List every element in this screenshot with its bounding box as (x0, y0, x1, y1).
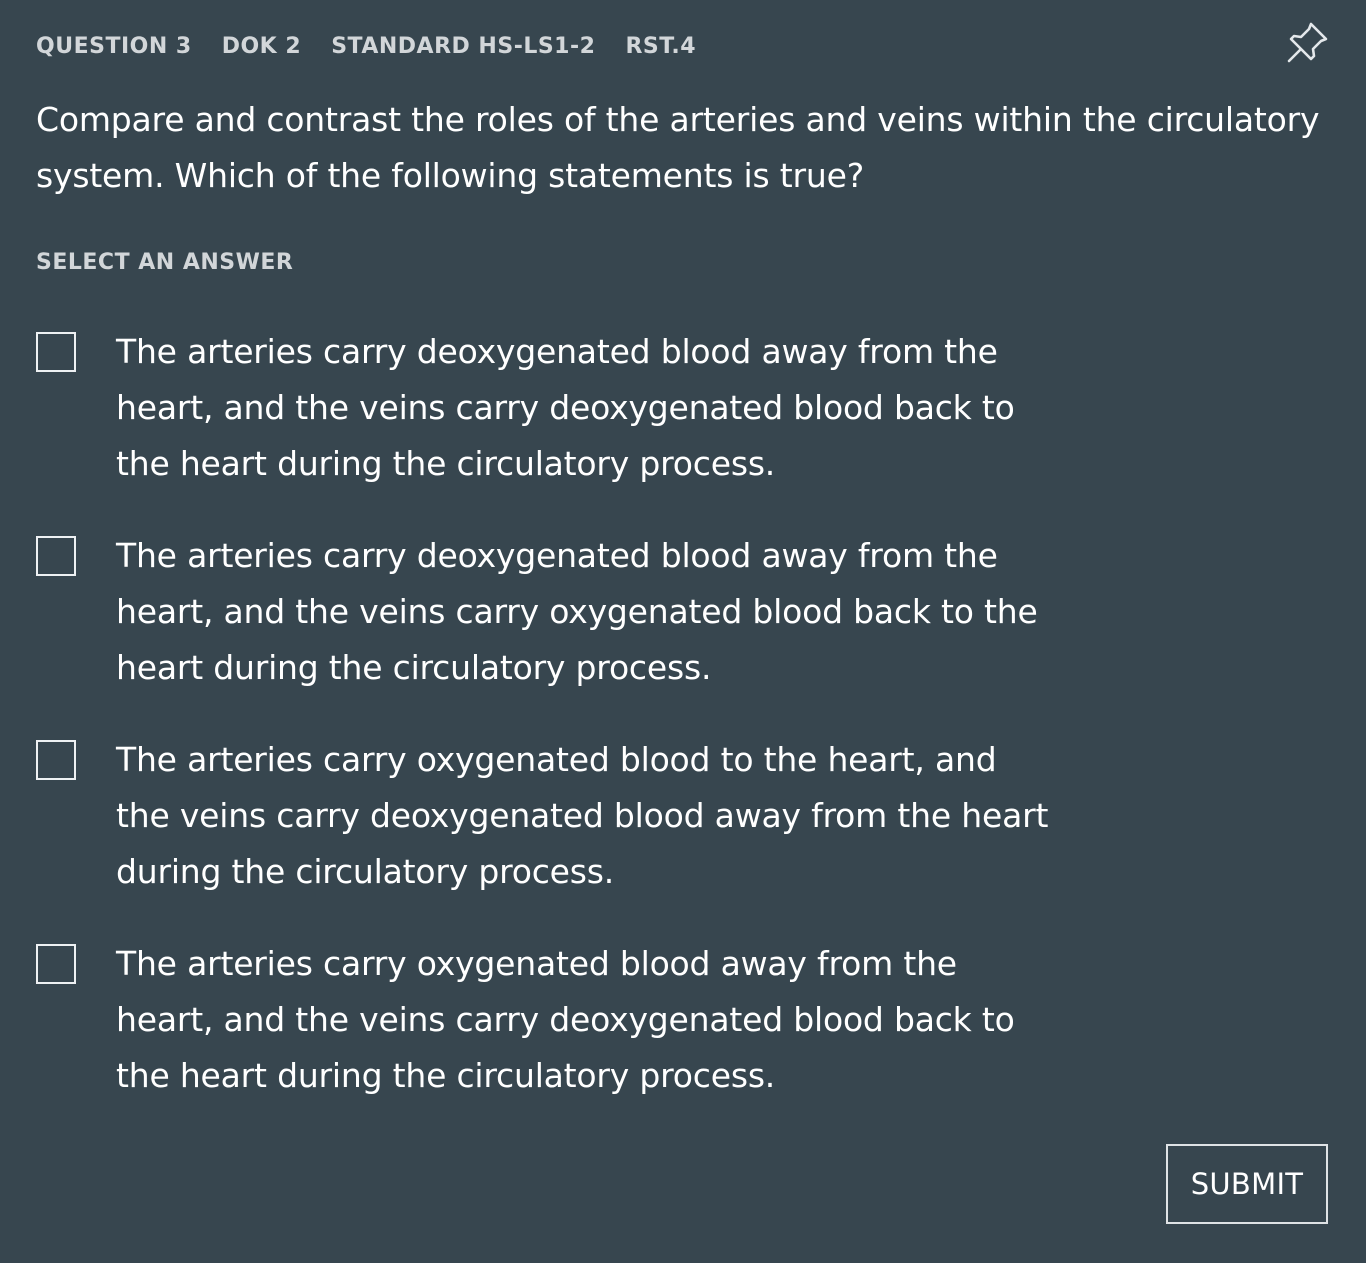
question-text: Compare and contrast the roles of the ar… (36, 100, 1320, 195)
question-number: QUESTION 3 (36, 33, 192, 59)
answer-checkbox-4[interactable] (36, 944, 76, 984)
select-answer-label: SELECT AN ANSWER (36, 250, 294, 275)
rst-code: RST.4 (625, 33, 697, 59)
submit-button[interactable]: SUBMIT (1166, 1144, 1328, 1224)
answer-checkbox-3[interactable] (36, 740, 76, 780)
answer-checkbox-2[interactable] (36, 536, 76, 576)
answer-text-1: The arteries carry deoxygenated blood aw… (116, 332, 1015, 483)
answer-text-3: The arteries carry oxygenated blood to t… (116, 740, 1049, 891)
dok-level: DOK 2 (221, 33, 302, 59)
question-card: QUESTION 3 DOK 2 STANDARD HS-LS1-2 RST.4… (0, 0, 1366, 1263)
standard-code: STANDARD HS-LS1-2 (331, 33, 596, 59)
answer-checkbox-1[interactable] (36, 332, 76, 372)
answer-text-4: The arteries carry oxygenated blood away… (116, 944, 1015, 1095)
question-meta: QUESTION 3 DOK 2 STANDARD HS-LS1-2 RST.4 (36, 30, 696, 62)
pin-icon[interactable] (1284, 20, 1330, 66)
answer-text-2: The arteries carry deoxygenated blood aw… (116, 536, 1038, 687)
